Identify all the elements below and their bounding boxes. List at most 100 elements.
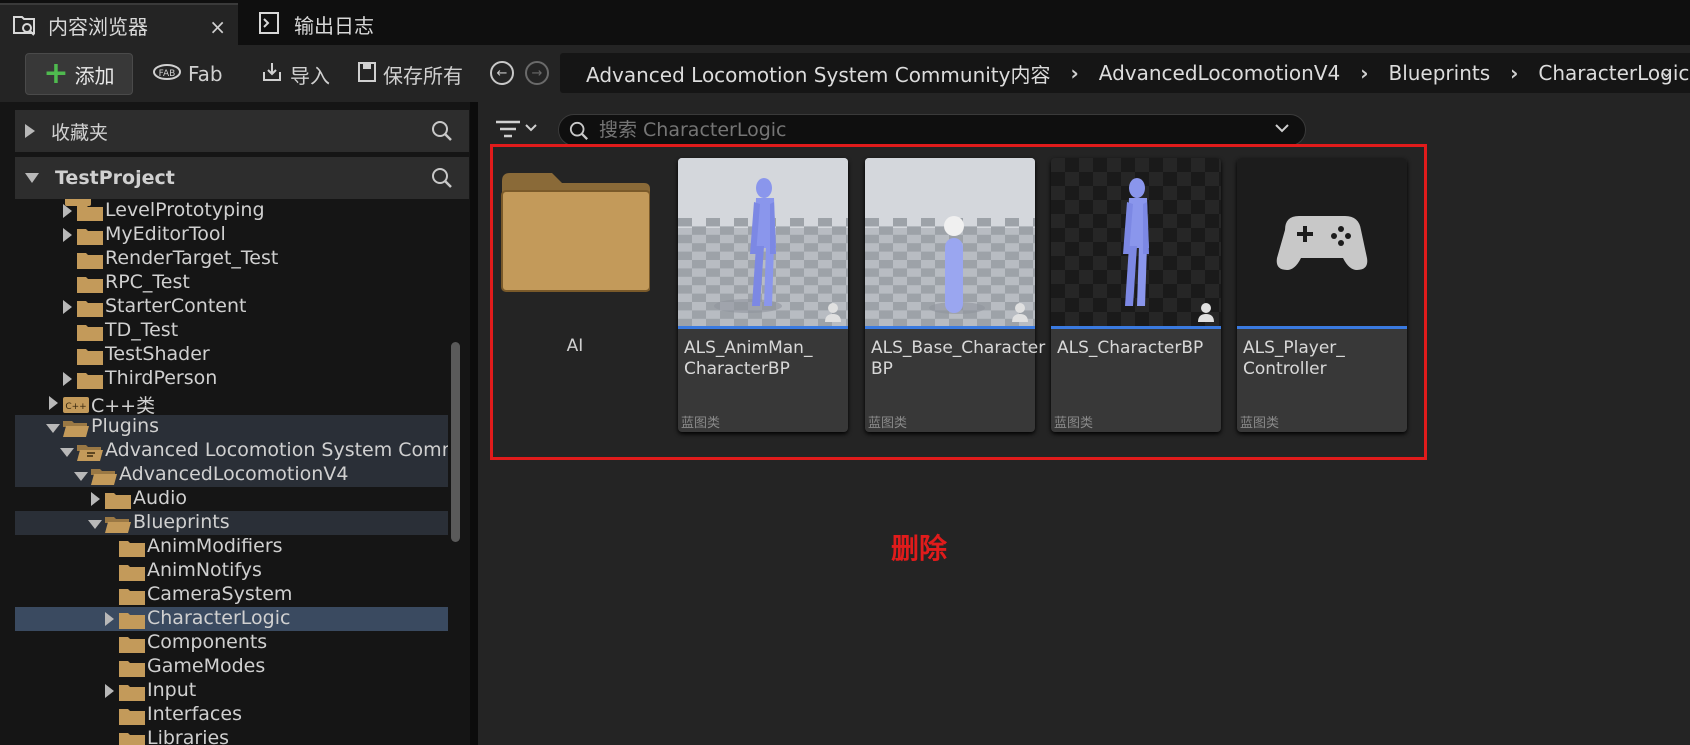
folder-icon [77, 373, 103, 389]
asset-tile[interactable]: ALS_CharacterBP 蓝图类 [1051, 158, 1221, 432]
collapse-arrow-icon[interactable] [74, 472, 88, 481]
folder-open-icon [91, 469, 117, 485]
breadcrumb-item[interactable]: Blueprints [1388, 61, 1490, 85]
chevron-down-icon[interactable]: ⌄ [1659, 61, 1674, 82]
folder-icon [119, 613, 145, 629]
tree-row[interactable]: GameModes [15, 655, 448, 679]
tree-row[interactable]: Blueprints [15, 511, 448, 535]
folder-icon [77, 229, 103, 245]
folder-open-icon [63, 421, 89, 437]
tab-bar: 内容浏览器 × 输出日志 [0, 0, 1690, 45]
tree-row[interactable]: Plugins [15, 415, 448, 439]
tree-row[interactable]: RPC_Test [15, 271, 448, 295]
tree-row[interactable]: AnimNotifys [15, 559, 448, 583]
expand-arrow-icon[interactable] [49, 396, 58, 410]
expand-arrow-icon[interactable] [63, 372, 72, 386]
favorites-header[interactable]: 收藏夹 [15, 110, 469, 152]
tree-row[interactable]: MyEditorTool [15, 223, 448, 247]
asset-tile[interactable]: ALS_Base_Character BP 蓝图类 [865, 158, 1046, 432]
chevron-down-icon[interactable] [1275, 121, 1289, 137]
expand-arrow-icon[interactable] [63, 204, 72, 218]
expand-arrow-icon[interactable] [105, 612, 114, 626]
breadcrumb-item[interactable]: Advanced Locomotion System Community内容 [586, 59, 1050, 88]
search-icon[interactable] [431, 167, 453, 189]
back-icon[interactable]: ← [490, 61, 514, 85]
asset-tile[interactable]: ALS_Player_ Controller 蓝图类 [1237, 158, 1407, 432]
svg-text:FAB: FAB [159, 69, 176, 79]
tree-row[interactable]: Interfaces [15, 703, 448, 727]
tree-row[interactable]: TestShader [15, 343, 448, 367]
tree-row[interactable]: CharacterLogic [15, 607, 448, 631]
tree-row[interactable]: Input [15, 679, 448, 703]
breadcrumb-item[interactable]: AdvancedLocomotionV4 [1099, 61, 1340, 85]
tree-row[interactable]: RenderTarget_Test [15, 247, 448, 271]
expand-arrow-icon[interactable] [91, 492, 100, 506]
asset-type: 蓝图类 [681, 416, 721, 431]
expand-arrow-icon[interactable] [63, 228, 72, 242]
folder-tree: LevelPrototyping MyEditorTool RenderTarget… [15, 199, 448, 745]
tree-row[interactable]: AdvancedLocomotionV4 [15, 463, 448, 487]
character-class-icon [1012, 303, 1028, 322]
tree-row[interactable]: Libraries [15, 727, 448, 745]
tree-label: GameModes [147, 655, 266, 677]
folder-icon [501, 173, 651, 292]
plus-icon: + [43, 56, 69, 91]
chevron-right-icon[interactable]: › [1510, 61, 1518, 85]
search-input[interactable] [599, 119, 1199, 141]
forward-icon[interactable]: → [525, 61, 549, 85]
tree-row[interactable]: Advanced Locomotion System Commun [15, 439, 448, 463]
tree-row[interactable]: Audio [15, 487, 448, 511]
tree-row[interactable]: C++ C++类 [15, 391, 448, 417]
folder-icon [77, 253, 103, 269]
folder-icon [105, 493, 131, 509]
tree-label: MyEditorTool [105, 223, 226, 245]
tab-output-log[interactable]: 输出日志 [258, 3, 374, 45]
asset-type: 蓝图类 [868, 416, 908, 431]
expand-arrow-icon [25, 124, 35, 138]
tree-label: StarterContent [105, 295, 247, 317]
tree-row[interactable]: StarterContent [15, 295, 448, 319]
scrollbar[interactable] [451, 342, 460, 542]
collapse-arrow-icon[interactable] [46, 424, 60, 433]
asset-name: ALS_AnimMan_ CharacterBP [684, 338, 813, 379]
tree-label: RPC_Test [105, 271, 190, 293]
folder-label: AI [566, 336, 584, 356]
import-button[interactable]: 导入 [260, 53, 330, 95]
character-class-icon [825, 303, 841, 322]
output-log-icon [258, 11, 284, 37]
character-class-icon [1198, 303, 1214, 322]
fab-button[interactable]: FAB Fab [152, 53, 223, 95]
tree-label: ThirdPerson [105, 367, 218, 389]
tree-label: Audio [133, 487, 188, 509]
save-all-button[interactable]: 保存所有 [357, 53, 463, 95]
splitter[interactable] [470, 102, 478, 745]
tree-row[interactable]: AnimModifiers [15, 535, 448, 559]
tree-row[interactable]: ThirdPerson [15, 367, 448, 391]
asset-type: 蓝图类 [1240, 416, 1280, 431]
tree-row[interactable]: CameraSystem [15, 583, 448, 607]
chevron-right-icon[interactable]: › [1360, 61, 1368, 85]
folder-open-icon [77, 445, 103, 461]
asset-name: ALS_Player_ Controller [1243, 338, 1345, 379]
tree-row[interactable]: LevelPrototyping [15, 199, 448, 223]
project-header[interactable]: TestProject [15, 157, 469, 199]
fab-icon: FAB [152, 62, 182, 87]
collapse-arrow-icon[interactable] [88, 520, 102, 529]
asset-tile[interactable]: ALS_AnimMan_ CharacterBP 蓝图类 [678, 158, 848, 432]
add-button[interactable]: + 添加 [25, 53, 133, 95]
filter-button[interactable] [494, 112, 544, 146]
tree-row[interactable]: Components [15, 631, 448, 655]
tree-row[interactable]: TD_Test [15, 319, 448, 343]
expand-arrow-icon[interactable] [63, 300, 72, 314]
tree-label: Libraries [147, 727, 230, 745]
search-icon[interactable] [431, 120, 453, 142]
tab-content-browser[interactable]: 内容浏览器 × [0, 3, 238, 45]
chevron-right-icon[interactable]: › [1070, 61, 1078, 85]
collapse-arrow-icon [25, 173, 39, 183]
close-icon[interactable]: × [209, 15, 226, 39]
collapse-arrow-icon[interactable] [60, 448, 74, 457]
expand-arrow-icon[interactable] [105, 684, 114, 698]
asset-name: ALS_Base_Character BP [871, 338, 1046, 379]
asset-type-bar [1051, 326, 1221, 329]
asset-type: 蓝图类 [1054, 416, 1094, 431]
